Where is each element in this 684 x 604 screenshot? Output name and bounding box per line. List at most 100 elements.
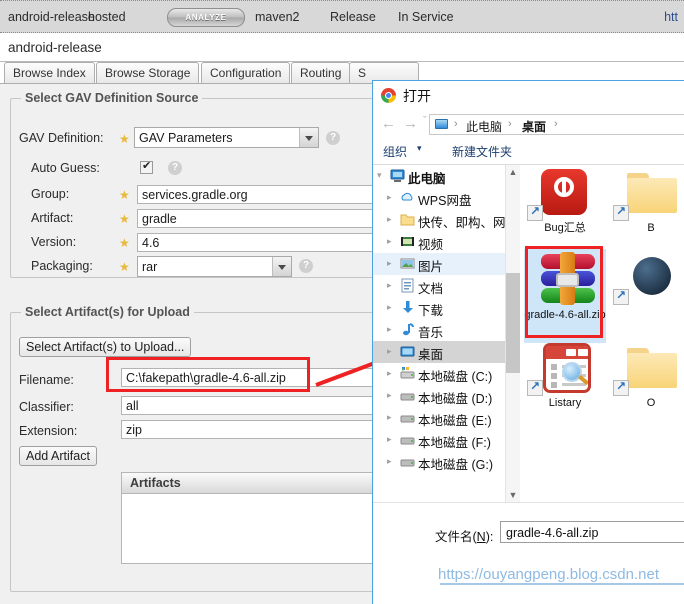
chevron-right-icon[interactable]: ▸: [387, 456, 392, 467]
file-name: Listary: [548, 397, 582, 409]
repo-url: htt: [664, 10, 678, 24]
tree-item-pictures[interactable]: ▸ 图片: [373, 253, 505, 275]
group-input[interactable]: services.gradle.org: [137, 185, 381, 204]
gav-definition-select[interactable]: GAV Parameters: [134, 127, 319, 148]
chevron-right-icon[interactable]: ▸: [387, 324, 392, 335]
scrollbar-thumb[interactable]: [506, 273, 520, 373]
drive-icon: [400, 454, 415, 469]
breadcrumb-item-0[interactable]: 此电脑: [466, 118, 502, 135]
history-dropdown-icon[interactable]: ˇ: [423, 115, 427, 127]
dialog-footer: 文件名(N): gradle-4.6-all.zip: [373, 502, 684, 604]
file-item[interactable]: O: [610, 340, 684, 422]
tree-item-drive-e[interactable]: ▸ 本地磁盘 (E:): [373, 407, 505, 429]
tree-item-drive-d[interactable]: ▸ 本地磁盘 (D:): [373, 385, 505, 407]
filename-label-prefix: 文件名(: [435, 530, 477, 544]
dialog-filename-input[interactable]: gradle-4.6-all.zip: [500, 521, 684, 543]
chevron-down-icon: [299, 128, 318, 147]
tree-item-label: WPS网盘: [418, 194, 472, 208]
chevron-right-icon[interactable]: ▸: [387, 434, 392, 445]
tree-item-wps-cloud[interactable]: ▸ WPS网盘: [373, 187, 505, 209]
new-folder-button[interactable]: 新建文件夹: [452, 143, 512, 160]
chevron-right-icon[interactable]: ▸: [387, 258, 392, 269]
chevron-down-icon[interactable]: ▾: [417, 143, 422, 154]
tree-item-desktop[interactable]: ▸ 桌面: [373, 341, 505, 363]
breadcrumb-separator: ›: [454, 118, 458, 130]
gav-fieldset-legend: Select GAV Definition Source: [21, 91, 203, 105]
file-item[interactable]: Listary: [524, 340, 606, 422]
extension-input[interactable]: zip: [121, 420, 381, 439]
breadcrumb[interactable]: › 此电脑 › 桌面 ›: [429, 114, 684, 135]
classifier-input[interactable]: all: [121, 396, 381, 415]
selected-file-highlight-annotation: [525, 246, 603, 338]
tree-item-drive-c[interactable]: ▸ 本地磁盘 (C:): [373, 363, 505, 385]
organize-button[interactable]: 组织: [383, 143, 407, 160]
computer-icon: [435, 119, 448, 129]
breadcrumb-item-1[interactable]: 桌面: [522, 118, 546, 135]
chevron-right-icon[interactable]: ▸: [387, 192, 392, 203]
tab-routing[interactable]: Routing: [291, 62, 351, 83]
chevron-right-icon[interactable]: ▸: [387, 368, 392, 379]
file-open-dialog: 打开 ← → ˇ ↑ › 此电脑 › 桌面 › 组织 ▾ 新建文件夹 ▾ 此电脑…: [372, 80, 684, 604]
chevron-right-icon[interactable]: ▸: [387, 390, 392, 401]
tree-item-downloads[interactable]: ▸ 下载: [373, 297, 505, 319]
tab-browse-storage[interactable]: Browse Storage: [96, 62, 200, 83]
downloads-icon: [400, 300, 415, 315]
forward-icon[interactable]: →: [403, 115, 418, 132]
file-item[interactable]: Bug汇总: [524, 165, 606, 247]
chevron-right-icon[interactable]: ▸: [387, 214, 392, 225]
back-icon[interactable]: ←: [381, 115, 396, 132]
chevron-right-icon[interactable]: ▸: [387, 346, 392, 357]
repository-summary-bar: android-release hosted ANALYZE maven2 Re…: [0, 0, 684, 33]
tree-scrollbar[interactable]: ▲ ▼: [505, 165, 520, 502]
file-item[interactable]: [610, 249, 684, 331]
tree-item-folder-kuaichuan[interactable]: ▸ 快传、即构、网!: [373, 209, 505, 231]
tree-item-label: 本地磁盘 (D:): [418, 392, 493, 406]
tree-item-documents[interactable]: ▸ 文档: [373, 275, 505, 297]
system-drive-icon: [400, 366, 415, 381]
gav-definition-help-icon[interactable]: ?: [326, 131, 340, 145]
chevron-right-icon[interactable]: ▸: [387, 236, 392, 247]
documents-icon: [400, 278, 415, 293]
filename-field-label: 文件名(N):: [435, 526, 493, 545]
artifacts-grid-header: Artifacts: [121, 472, 381, 494]
repo-status: In Service: [398, 10, 454, 24]
artifacts-grid-body[interactable]: [121, 494, 381, 564]
add-artifact-button[interactable]: Add Artifact: [19, 446, 97, 466]
artifact-input[interactable]: gradle: [137, 209, 381, 228]
chevron-down-icon[interactable]: ▾: [377, 170, 382, 181]
analyze-button[interactable]: ANALYZE: [167, 8, 245, 27]
version-input[interactable]: 4.6: [137, 233, 381, 252]
chevron-right-icon[interactable]: ▸: [387, 280, 392, 291]
chevron-right-icon[interactable]: ▸: [387, 412, 392, 423]
gav-definition-fieldset: Select GAV Definition Source GAV Definit…: [10, 91, 381, 278]
navigation-tree[interactable]: ▾ 此电脑 ▸ WPS网盘 ▸ 快传、即构、网! ▸ 视频 ▸ 图片 ▸ 文档 …: [373, 165, 505, 502]
gav-definition-label: GAV Definition:: [19, 131, 104, 145]
file-name: B: [647, 222, 655, 234]
filename-label-accesskey: N: [476, 530, 486, 544]
tab-configuration[interactable]: Configuration: [201, 62, 291, 83]
tree-item-label: 文档: [418, 282, 444, 296]
auto-guess-help-icon[interactable]: ?: [168, 161, 182, 175]
tree-item-this-pc[interactable]: ▾ 此电脑: [373, 165, 505, 187]
computer-icon: [390, 168, 405, 183]
required-star-icon: ★: [119, 260, 130, 274]
upload-fieldset-legend: Select Artifact(s) for Upload: [21, 305, 194, 319]
shortcut-overlay-icon: [527, 379, 543, 396]
tree-item-videos[interactable]: ▸ 视频: [373, 231, 505, 253]
tab-browse-index[interactable]: Browse Index: [4, 62, 95, 83]
music-icon: [400, 322, 415, 337]
packaging-help-icon[interactable]: ?: [299, 259, 313, 273]
scroll-down-icon[interactable]: ▼: [506, 488, 520, 502]
tree-item-label: 本地磁盘 (E:): [418, 414, 492, 428]
required-star-icon: ★: [119, 188, 130, 202]
drive-icon: [400, 388, 415, 403]
file-item[interactable]: B: [610, 165, 684, 247]
scroll-up-icon[interactable]: ▲: [506, 165, 520, 179]
select-artifacts-button[interactable]: Select Artifact(s) to Upload...: [19, 337, 192, 357]
tree-item-drive-f[interactable]: ▸ 本地磁盘 (F:): [373, 429, 505, 451]
tree-item-drive-g[interactable]: ▸ 本地磁盘 (G:): [373, 451, 505, 473]
chevron-right-icon[interactable]: ▸: [387, 302, 392, 313]
tree-item-music[interactable]: ▸ 音乐: [373, 319, 505, 341]
packaging-select[interactable]: rar: [137, 256, 292, 277]
auto-guess-checkbox[interactable]: [140, 159, 153, 174]
